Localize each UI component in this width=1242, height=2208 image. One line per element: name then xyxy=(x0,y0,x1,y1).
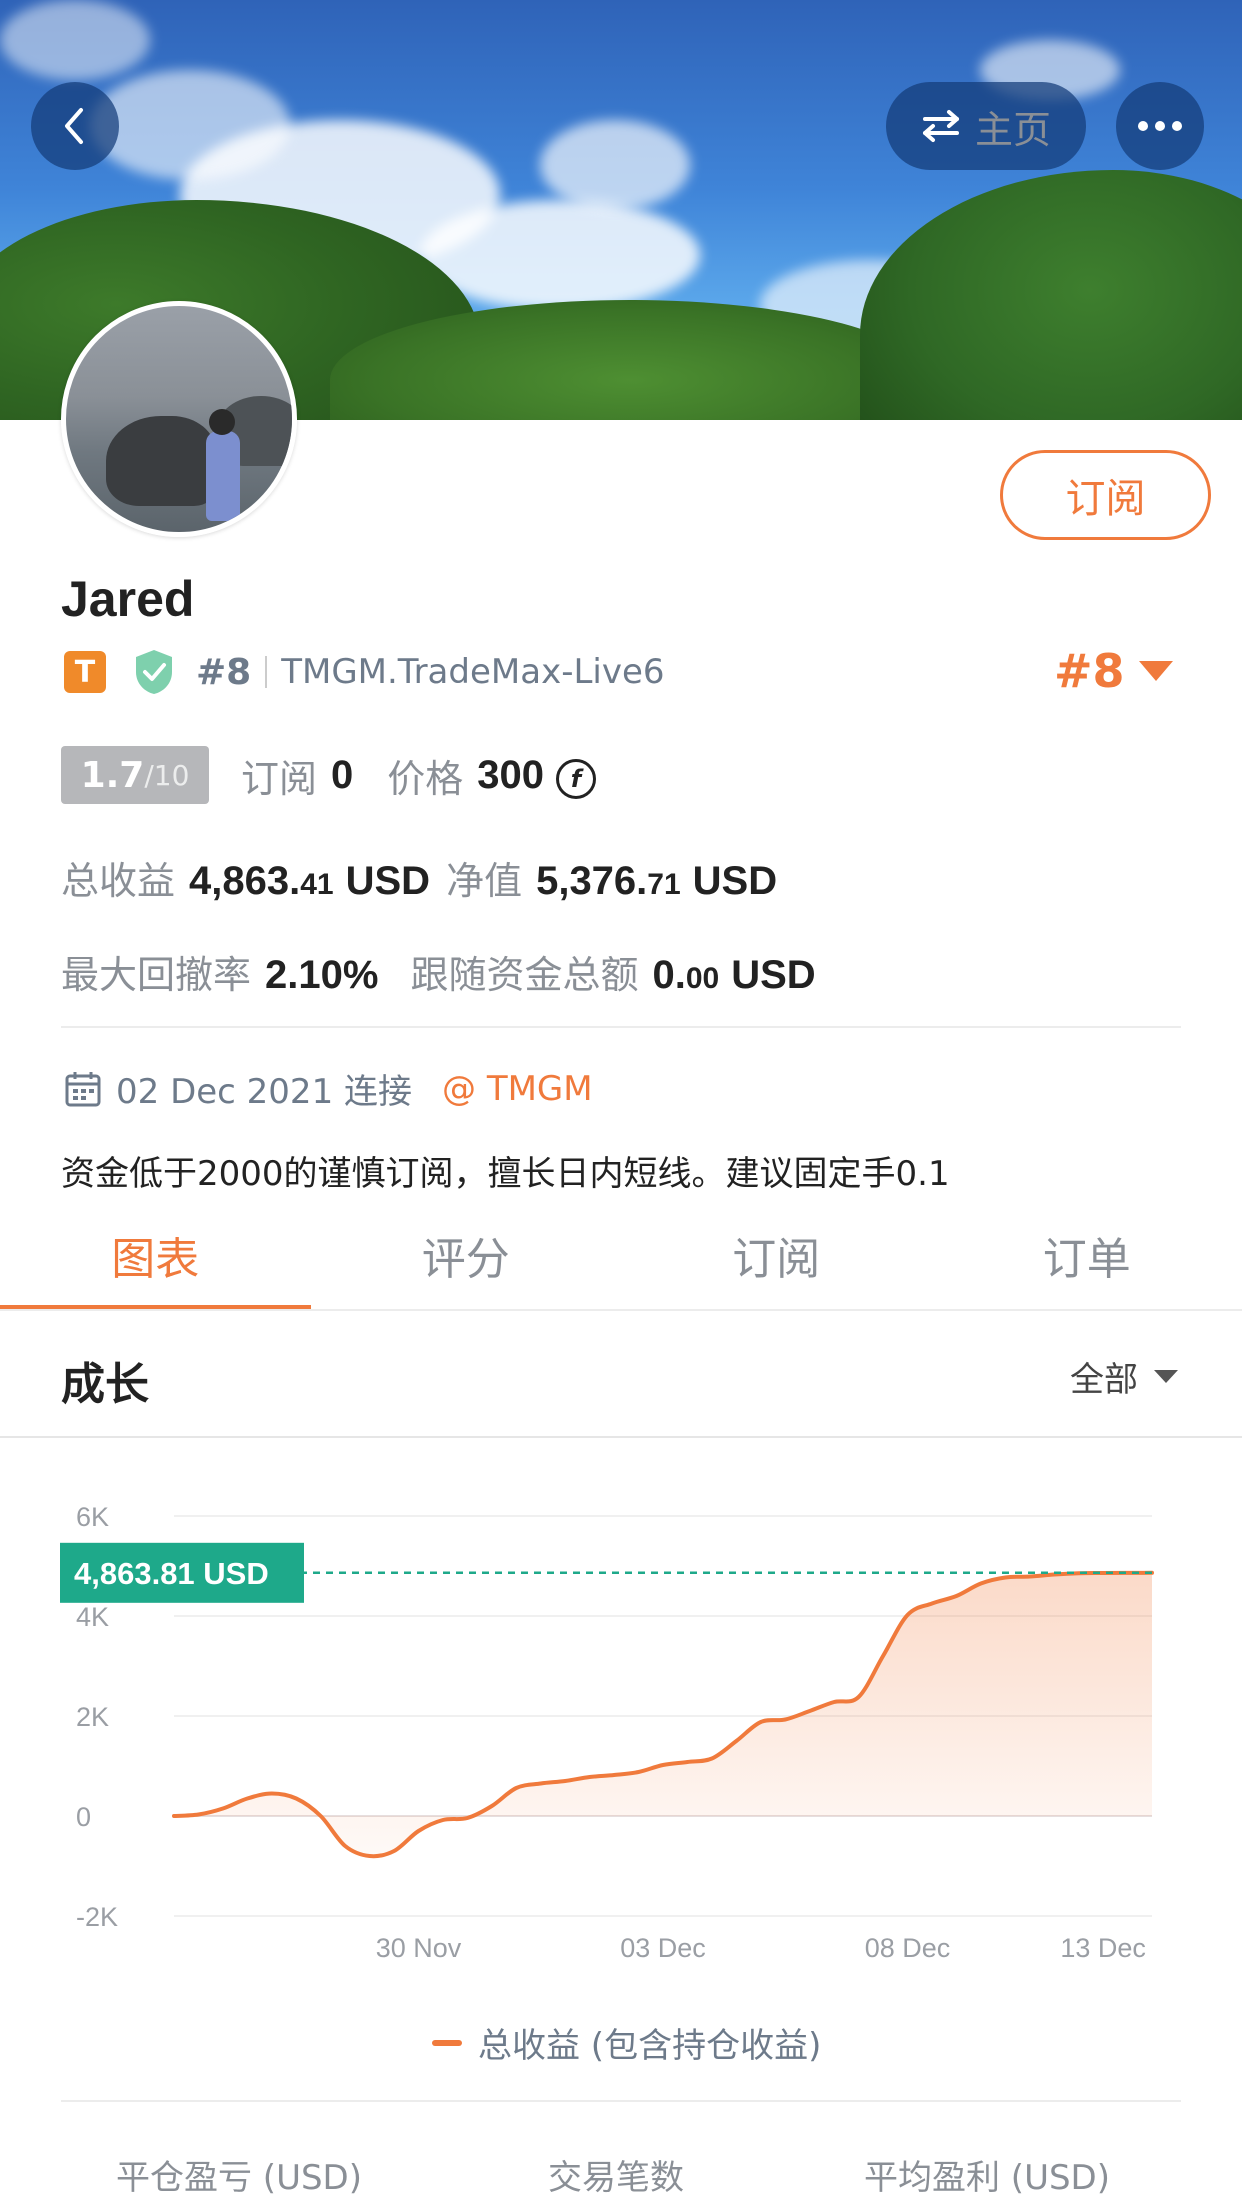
divider xyxy=(0,1436,1242,1438)
calendar-icon xyxy=(65,1071,101,1106)
x-axis: 30 Nov 03 Dec 08 Dec 13 Dec xyxy=(376,1933,1146,1963)
legend-label: 总收益 (包含持仓收益) xyxy=(478,2026,822,2066)
subs-value: 0 xyxy=(331,752,354,797)
avg-profit-label: 平均盈利 (USD) xyxy=(864,2158,1110,2198)
connection-row: 02 Dec 2021 连接 @ TMGM xyxy=(64,1064,593,1113)
x-tick-label: 08 Dec xyxy=(865,1933,951,1963)
drawdown-row: 最大回撤率 2.10% 跟随资金总额 0.00 USD xyxy=(61,944,816,999)
follow-funds-label: 跟随资金总额 xyxy=(410,953,639,997)
section-title: 成长 xyxy=(61,1359,149,1410)
verified-shield-icon xyxy=(136,650,172,694)
total-profit-unit: USD xyxy=(345,859,431,903)
close-pnl-label: 平仓盈亏 (USD) xyxy=(116,2158,362,2198)
current-value-tag: 4,863.81 USD xyxy=(60,1542,304,1603)
trader-name: Jared xyxy=(61,571,195,627)
score-row: 1.7/10 订阅 0 价格 300 f xyxy=(61,746,597,804)
equity-unit: USD xyxy=(692,859,778,903)
current-value-label: 4,863.81 USD xyxy=(74,1556,269,1591)
drawdown-value: 2.10% xyxy=(265,953,379,997)
strategy-description: 资金低于2000的谨慎订阅，擅长日内短线。建议固定手0.1 xyxy=(61,1154,950,1194)
divider xyxy=(61,2100,1181,2102)
follow-funds-value: 0.00 xyxy=(652,953,720,997)
coin-icon: f xyxy=(556,759,597,799)
x-tick-label: 03 Dec xyxy=(620,1933,706,1963)
total-profit-value: 4,863.41 xyxy=(189,859,334,903)
score-value: 1.7 xyxy=(80,754,145,796)
rank-dropdown[interactable]: #8 xyxy=(1054,644,1173,698)
profile-page: 主页 订阅 Jared T #8 TMGM.TradeMax-Live6 #8 xyxy=(0,0,1242,2208)
price-label: 价格 xyxy=(387,756,464,801)
subs-label: 订阅 xyxy=(241,756,318,801)
tab-subscription[interactable]: 订阅 xyxy=(621,1200,932,1310)
avatar[interactable] xyxy=(61,301,297,537)
caret-down-icon xyxy=(1154,1370,1178,1383)
more-button[interactable] xyxy=(1116,82,1204,170)
caret-down-icon xyxy=(1138,661,1173,681)
tab-bar: 图表 评分 订阅 订单 xyxy=(0,1200,1242,1310)
trades-label: 交易笔数 xyxy=(548,2158,684,2198)
follow-funds-unit: USD xyxy=(731,953,816,997)
tier-badge: T xyxy=(64,651,106,693)
x-tick-label: 30 Nov xyxy=(376,1933,462,1963)
y-tick-label: 6K xyxy=(76,1502,109,1532)
range-select[interactable]: 全部 xyxy=(1070,1352,1178,1401)
tab-rating[interactable]: 评分 xyxy=(311,1200,622,1310)
y-tick-label: 2K xyxy=(76,1702,109,1732)
x-tick-label: 13 Dec xyxy=(1060,1933,1146,1963)
equity-label: 净值 xyxy=(446,859,523,903)
equity-value: 5,376.71 xyxy=(536,859,681,903)
total-profit-label: 总收益 xyxy=(61,859,176,903)
rank-value: #8 xyxy=(1054,644,1125,698)
profit-row: 总收益 4,863.41 USD 净值 5,376.71 USD xyxy=(61,850,777,905)
back-button[interactable] xyxy=(31,82,119,170)
score-denominator: /10 xyxy=(144,758,190,792)
y-tick-label: 4K xyxy=(76,1602,109,1632)
chart-legend: 总收益 (包含持仓收益) xyxy=(432,2018,821,2067)
divider xyxy=(61,1026,1181,1028)
y-tick-label: -2K xyxy=(76,1902,118,1932)
growth-chart[interactable]: 6K 4K 2K 0 -2K 30 Nov 03 Dec 08 Dec 13 Dec 4,86… xyxy=(0,1440,1242,2000)
divider xyxy=(265,656,268,688)
divider xyxy=(0,1309,1242,1311)
broker-link[interactable]: @ TMGM xyxy=(442,1069,593,1109)
tab-chart[interactable]: 图表 xyxy=(0,1200,311,1310)
home-switch-button[interactable]: 主页 xyxy=(886,82,1086,170)
chevron-left-icon xyxy=(65,108,83,144)
legend-swatch xyxy=(432,2039,462,2046)
range-value: 全部 xyxy=(1070,1360,1138,1400)
broker-server: TMGM.TradeMax-Live6 xyxy=(281,652,665,692)
badge-row: T #8 TMGM.TradeMax-Live6 xyxy=(64,648,665,696)
subscribe-button[interactable]: 订阅 xyxy=(1000,450,1211,540)
y-tick-label: 0 xyxy=(76,1802,91,1832)
rank-label: #8 xyxy=(196,651,252,693)
home-label: 主页 xyxy=(974,107,1051,152)
score-badge: 1.7/10 xyxy=(61,746,209,804)
tab-orders[interactable]: 订单 xyxy=(932,1200,1242,1310)
drawdown-label: 最大回撤率 xyxy=(61,953,252,997)
connect-date: 02 Dec 2021 连接 xyxy=(116,1072,413,1112)
price-value: 300 xyxy=(477,752,545,797)
swap-icon xyxy=(922,110,959,142)
more-icon xyxy=(1138,121,1182,131)
